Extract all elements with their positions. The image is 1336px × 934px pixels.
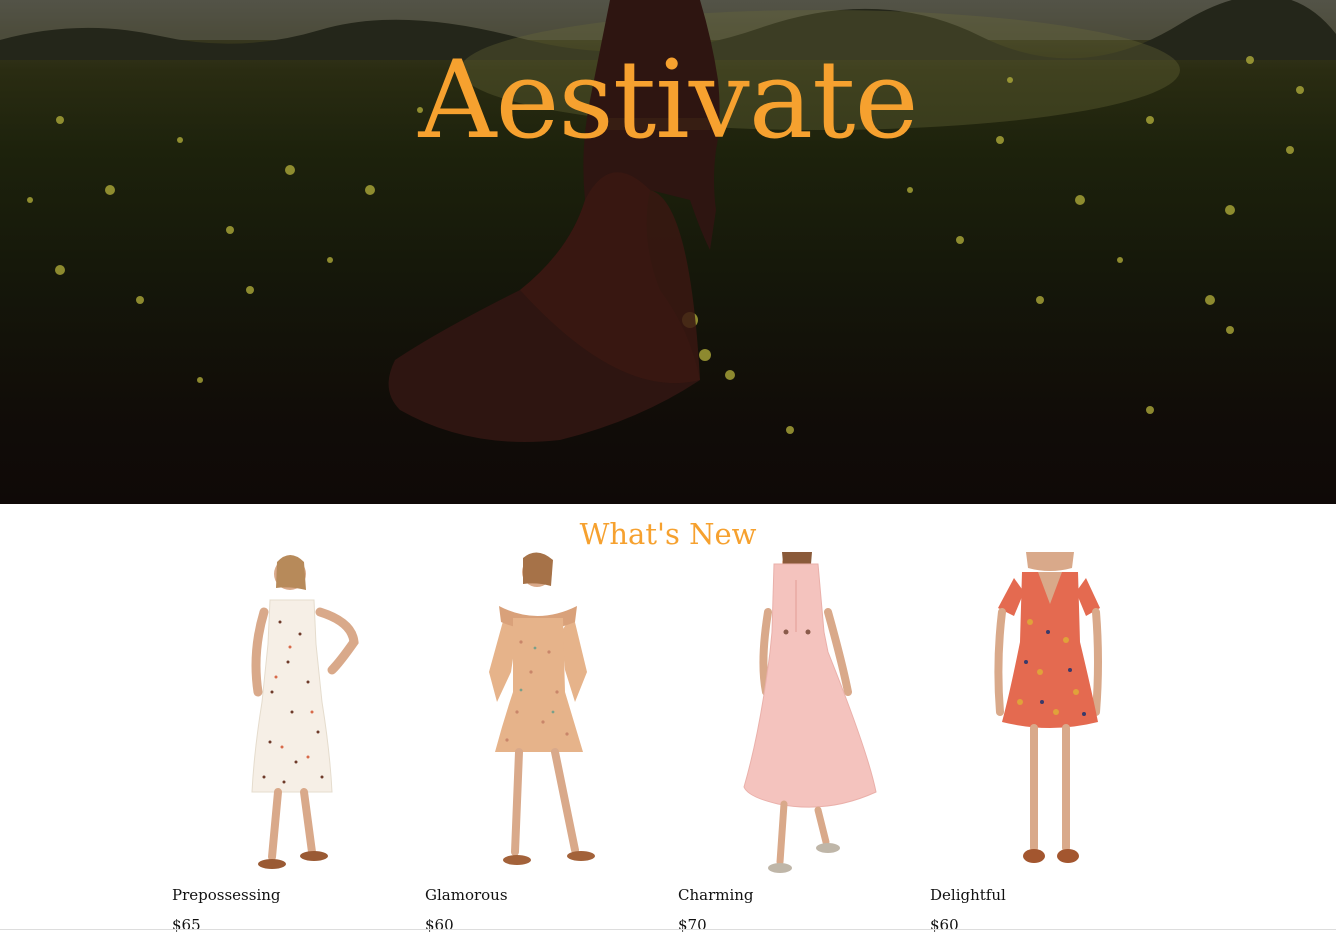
product-grid: Prepossessing $65 Glamorous $60 Charming… — [172, 552, 1182, 934]
product-name[interactable]: Charming — [678, 886, 754, 904]
product-card[interactable]: Delightful $60 — [930, 552, 1170, 934]
product-image[interactable] — [678, 552, 918, 877]
product-image[interactable] — [172, 552, 412, 877]
site-title[interactable]: Aestivate — [0, 36, 1336, 166]
hero-banner: Aestivate — [0, 0, 1336, 504]
product-name[interactable]: Prepossessing — [172, 886, 281, 904]
product-image[interactable] — [930, 552, 1170, 877]
product-card[interactable]: Glamorous $60 — [425, 552, 665, 934]
product-price: $70 — [678, 916, 707, 934]
product-price: $60 — [930, 916, 959, 934]
page-divider — [0, 929, 1336, 930]
product-name[interactable]: Delightful — [930, 886, 1006, 904]
product-name[interactable]: Glamorous — [425, 886, 508, 904]
product-price: $65 — [172, 916, 201, 934]
product-price: $60 — [425, 916, 454, 934]
product-image[interactable] — [425, 552, 665, 877]
product-card[interactable]: Prepossessing $65 — [172, 552, 412, 934]
whats-new-heading: What's New — [579, 517, 757, 551]
product-card[interactable]: Charming $70 — [678, 552, 918, 934]
